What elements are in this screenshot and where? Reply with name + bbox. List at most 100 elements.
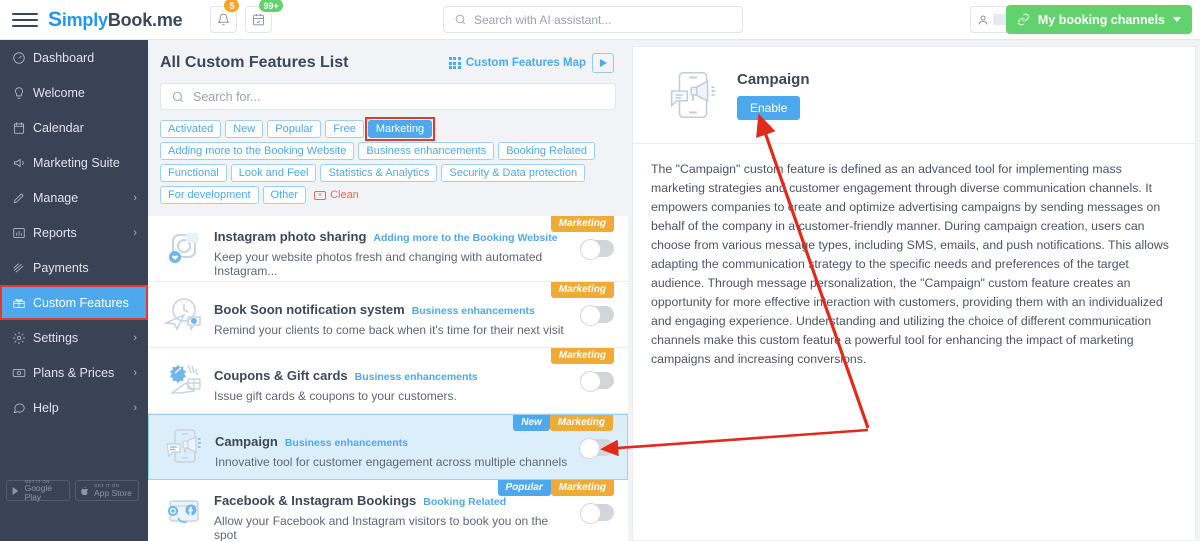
- notifications-button[interactable]: 5: [210, 0, 241, 33]
- pencil-icon: [13, 192, 24, 203]
- filter-chip-other[interactable]: Other: [262, 186, 307, 204]
- feature-category: Adding more to the Booking Website: [373, 231, 558, 244]
- feature-category: Business enhancements: [411, 304, 535, 317]
- page-title: All Custom Features List: [160, 54, 349, 71]
- sidebar-item-label: Reports: [33, 225, 77, 240]
- feature-name: Facebook & Instagram Bookings: [214, 492, 417, 508]
- pencil-icon: [12, 191, 33, 205]
- sidebar-item-reports[interactable]: Reports ›: [0, 215, 148, 250]
- sidebar-item-marketing-suite[interactable]: Marketing Suite: [0, 145, 148, 180]
- ai-search-placeholder: Search with AI assistant...: [474, 12, 612, 27]
- feature-row[interactable]: New Marketing Campaign Business enhancement…: [148, 414, 628, 480]
- feature-text: Instagram photo sharing Adding more to th…: [210, 220, 572, 278]
- bookings-button[interactable]: 99+: [245, 0, 284, 33]
- search-icon: [455, 14, 466, 25]
- calendar-icon: [12, 121, 33, 135]
- sidebar-item-help[interactable]: Help ›: [0, 390, 148, 425]
- sidebar-item-label: Plans & Prices: [33, 365, 115, 380]
- google-play-badge[interactable]: GET IT ON Google Play: [6, 479, 70, 501]
- filter-chip-free[interactable]: Free: [325, 120, 364, 138]
- sidebar-item-payments[interactable]: Payments: [0, 250, 148, 285]
- gear-icon: [12, 331, 33, 345]
- custom-features-list-panel: All Custom Features List Custom Features…: [148, 40, 628, 541]
- feature-tag-marketing: Marketing: [550, 480, 614, 496]
- megaphone-icon: [13, 158, 24, 167]
- feature-toggle[interactable]: [580, 305, 614, 326]
- clean-filters-button[interactable]: × Clean: [310, 186, 363, 204]
- feature-row[interactable]: Marketing Instagram photo sharing Adding m…: [148, 216, 628, 282]
- sidebar-item-settings[interactable]: Settings ›: [0, 320, 148, 355]
- play-video-button[interactable]: [592, 53, 614, 73]
- feature-toggle[interactable]: [579, 437, 613, 459]
- feature-tag-popular: Popular: [497, 480, 551, 496]
- my-booking-channels-button[interactable]: My booking channels: [1005, 5, 1192, 34]
- coupon-icon: [158, 359, 210, 403]
- bulb-icon: [12, 86, 33, 100]
- hamburger-menu-icon[interactable]: [12, 9, 38, 31]
- sidebar-item-label: Custom Features: [33, 295, 129, 310]
- dashboard-icon: [13, 51, 25, 64]
- sidebar-item-label: Welcome: [33, 85, 85, 100]
- notification-icon: [163, 297, 201, 331]
- sidebar-item-calendar[interactable]: Calendar: [0, 110, 148, 145]
- money-icon: [12, 368, 26, 377]
- dashboard-icon: [12, 51, 33, 65]
- filter-chip-activated[interactable]: Activated: [160, 120, 222, 138]
- filter-chip-popular[interactable]: Popular: [267, 120, 322, 138]
- detail-title: Campaign: [737, 70, 810, 88]
- payments-icon: [13, 263, 24, 272]
- ai-search-input[interactable]: Search with AI assistant...: [443, 6, 743, 33]
- filter-chip-for-development[interactable]: For development: [160, 186, 259, 204]
- filter-chip-statistics-analytics[interactable]: Statistics & Analytics: [320, 164, 438, 182]
- feature-name: Coupons & Gift cards: [214, 367, 348, 383]
- filter-chip-security-data-protection[interactable]: Security & Data protection: [441, 164, 586, 182]
- sidebar-item-plans-prices[interactable]: Plans & Prices ›: [0, 355, 148, 390]
- filter-chip-booking-related[interactable]: Booking Related: [498, 142, 595, 160]
- filter-chip-business-enhancements[interactable]: Business enhancements: [358, 142, 495, 160]
- facebook-instagram-icon: [158, 491, 210, 535]
- search-icon: [172, 91, 184, 102]
- feature-category: Business enhancements: [354, 370, 478, 383]
- feature-tag-marketing: Marketing: [549, 415, 613, 431]
- feature-tag-new: New: [513, 415, 550, 431]
- filter-chip-adding-more-to-the-booking-website[interactable]: Adding more to the Booking Website: [160, 142, 355, 160]
- my-booking-channels-label: My booking channels: [1037, 12, 1165, 27]
- custom-features-map-link[interactable]: Custom Features Map: [448, 57, 586, 69]
- detail-description: The "Campaign" custom feature is defined…: [651, 162, 1169, 367]
- filter-chip-new[interactable]: New: [225, 120, 264, 138]
- play-icon: [599, 59, 607, 67]
- header-icon-buttons: 5 99+: [210, 0, 284, 33]
- features-search-input[interactable]: Search for...: [160, 83, 616, 110]
- logo-imply: imply: [61, 9, 108, 30]
- sidebar-item-label: Marketing Suite: [33, 155, 120, 170]
- feature-row[interactable]: Popular Marketing Facebook & Instagram Boo…: [148, 480, 628, 541]
- user-icon: [978, 15, 988, 25]
- sidebar-item-manage[interactable]: Manage ›: [0, 180, 148, 215]
- features-list: Marketing Instagram photo sharing Adding m…: [148, 216, 628, 541]
- feature-toggle[interactable]: [580, 371, 614, 392]
- chat-icon: [13, 403, 25, 413]
- feature-toggle[interactable]: [580, 503, 614, 524]
- feature-toggle[interactable]: [580, 239, 614, 260]
- feature-name: Instagram photo sharing: [214, 228, 367, 244]
- chevron-right-icon: ›: [133, 226, 137, 239]
- sidebar-item-welcome[interactable]: Welcome: [0, 75, 148, 110]
- app-store-badge[interactable]: GET IT ON App Store: [75, 480, 139, 501]
- feature-row[interactable]: Marketing Coupons & Gift cards Business en…: [148, 348, 628, 414]
- filter-chip-marketing[interactable]: Marketing: [364, 117, 436, 141]
- google-play-icon: [12, 486, 19, 495]
- features-search-placeholder: Search for...: [193, 89, 261, 104]
- feature-tags: Marketing: [550, 348, 614, 364]
- filter-chip-look-and-feel[interactable]: Look and Feel: [230, 164, 317, 182]
- feature-category: Booking Related: [423, 495, 507, 508]
- simplybook-logo[interactable]: SimplyBook.me: [48, 8, 183, 32]
- chevron-right-icon: ›: [133, 401, 137, 414]
- filter-chip-functional[interactable]: Functional: [160, 164, 227, 182]
- sidebar-item-custom-features[interactable]: Custom Features: [0, 285, 148, 320]
- enable-button[interactable]: Enable: [737, 95, 801, 120]
- feature-row[interactable]: Marketing Book Soon notification system Bu…: [148, 282, 628, 348]
- sidebar-item-dashboard[interactable]: Dashboard: [0, 40, 148, 75]
- sidebar-nav: Dashboard Welcome Calendar Marketing Suite M…: [0, 40, 148, 425]
- coupon-icon: [169, 364, 201, 394]
- feature-tags: New Marketing: [513, 415, 613, 431]
